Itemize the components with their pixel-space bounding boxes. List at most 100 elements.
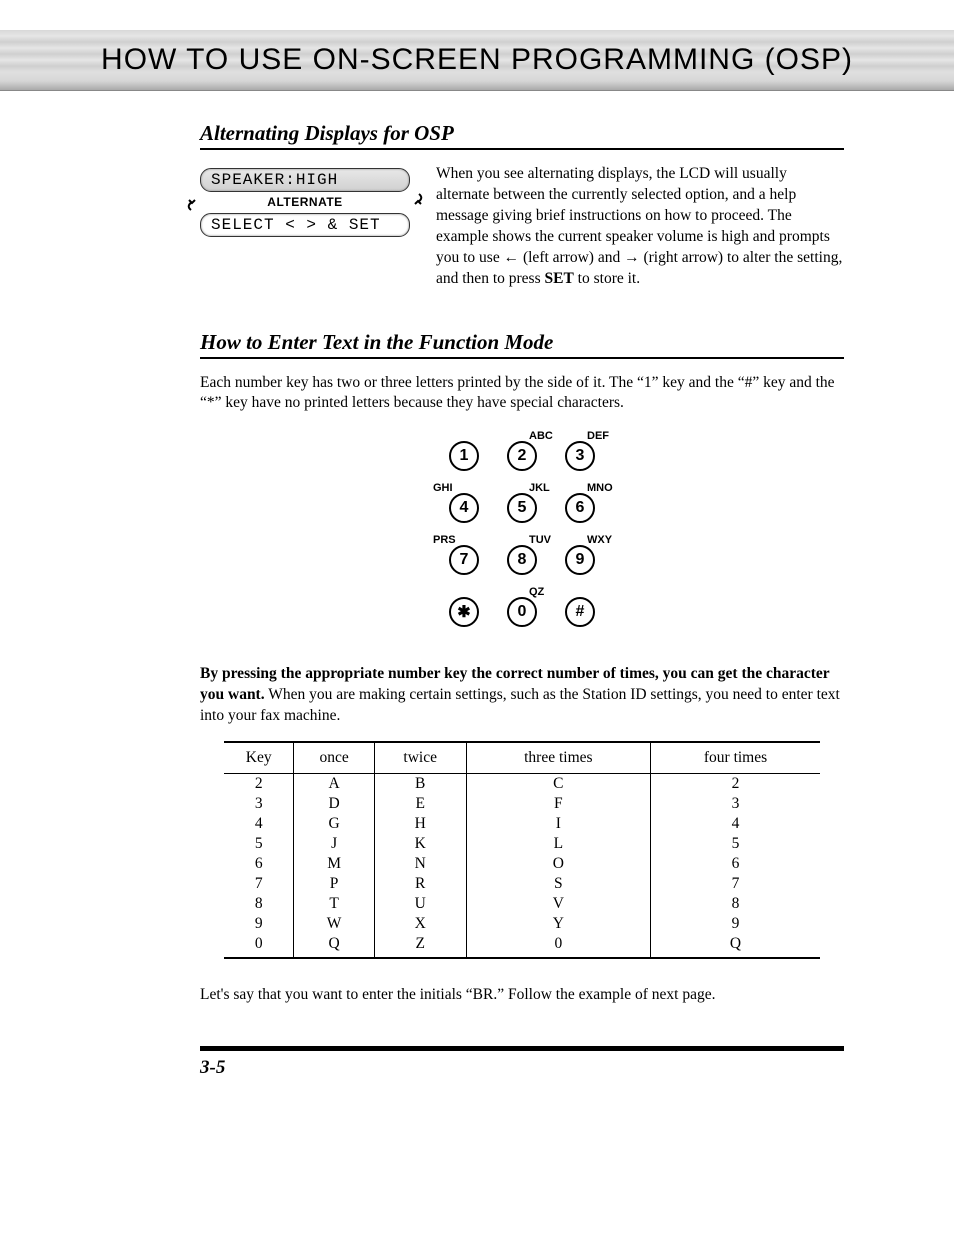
table-cell: B bbox=[374, 774, 466, 795]
table-cell: 3 bbox=[651, 794, 820, 814]
table-header-cell: twice bbox=[374, 742, 466, 774]
table-row: 3DEF3 bbox=[224, 794, 820, 814]
table-cell: 5 bbox=[224, 834, 294, 854]
table-cell: V bbox=[466, 894, 650, 914]
lcd-example-block: SPEAKER:HIGH ALTERNATE SELECT < > & SET … bbox=[200, 164, 844, 290]
key-cell: JKL5 bbox=[493, 482, 551, 534]
table-header-cell: once bbox=[294, 742, 374, 774]
key-button: # bbox=[565, 597, 595, 627]
key-cell: WXY9 bbox=[551, 534, 609, 586]
key-cell: PRS7 bbox=[435, 534, 493, 586]
table-cell: 7 bbox=[224, 874, 294, 894]
table-cell: E bbox=[374, 794, 466, 814]
table-cell: Q bbox=[651, 934, 820, 958]
key-cell: GHI4 bbox=[435, 482, 493, 534]
keypad-figure: 1ABC2DEF3GHI4JKL5MNO6PRS7TUV8WXY9✱QZ0# bbox=[200, 430, 844, 638]
key-letters-label: JKL bbox=[529, 482, 550, 494]
key-letters-label: GHI bbox=[433, 482, 453, 494]
key-cell: ABC2 bbox=[493, 430, 551, 482]
key-letters-label: DEF bbox=[587, 430, 609, 442]
footer-rule bbox=[200, 1046, 844, 1051]
table-cell: 9 bbox=[651, 914, 820, 934]
table-cell: 6 bbox=[224, 854, 294, 874]
key-button: 0 bbox=[507, 597, 537, 627]
table-cell: 3 bbox=[224, 794, 294, 814]
table-cell: 6 bbox=[651, 854, 820, 874]
table-cell: 9 bbox=[224, 914, 294, 934]
table-header-row: Keyoncetwicethree timesfour times bbox=[224, 742, 820, 774]
enter-text-para2: By pressing the appropriate number key t… bbox=[200, 664, 844, 727]
table-cell: H bbox=[374, 814, 466, 834]
table-cell: O bbox=[466, 854, 650, 874]
page-number: 3-5 bbox=[200, 1057, 954, 1079]
key-cell: ✱ bbox=[435, 586, 493, 638]
table-cell: T bbox=[294, 894, 374, 914]
table-cell: 4 bbox=[651, 814, 820, 834]
character-table: Keyoncetwicethree timesfour times 2ABC23… bbox=[224, 741, 820, 959]
para2-rest: When you are making certain settings, su… bbox=[200, 686, 840, 724]
key-letters-label: TUV bbox=[529, 534, 551, 546]
table-row: 9WXY9 bbox=[224, 914, 820, 934]
table-row: 5JKL5 bbox=[224, 834, 820, 854]
page: HOW TO USE ON-SCREEN PROGRAMMING (OSP) A… bbox=[0, 30, 954, 1119]
table-cell: L bbox=[466, 834, 650, 854]
table-cell: I bbox=[466, 814, 650, 834]
table-cell: N bbox=[374, 854, 466, 874]
key-cell: TUV8 bbox=[493, 534, 551, 586]
key-button: 7 bbox=[449, 545, 479, 575]
keypad-grid: 1ABC2DEF3GHI4JKL5MNO6PRS7TUV8WXY9✱QZ0# bbox=[435, 430, 609, 638]
key-button: 2 bbox=[507, 441, 537, 471]
key-letters-label: MNO bbox=[587, 482, 613, 494]
table-cell: 7 bbox=[651, 874, 820, 894]
table-cell: R bbox=[374, 874, 466, 894]
key-button: 6 bbox=[565, 493, 595, 523]
lcd-explanation: When you see alternating displays, the L… bbox=[436, 164, 844, 290]
content-area: Alternating Displays for OSP SPEAKER:HIG… bbox=[0, 91, 954, 1006]
lcd-display-bottom: SELECT < > & SET bbox=[200, 213, 410, 237]
table-cell: C bbox=[466, 774, 650, 795]
key-button: 9 bbox=[565, 545, 595, 575]
enter-text-outro: Let's say that you want to enter the ini… bbox=[200, 985, 844, 1006]
character-table-wrap: Keyoncetwicethree timesfour times 2ABC23… bbox=[224, 741, 820, 959]
key-cell: QZ0 bbox=[493, 586, 551, 638]
table-cell: 2 bbox=[651, 774, 820, 795]
table-row: 8TUV8 bbox=[224, 894, 820, 914]
table-cell: 4 bbox=[224, 814, 294, 834]
key-cell: DEF3 bbox=[551, 430, 609, 482]
section-heading-enter-text: How to Enter Text in the Function Mode bbox=[200, 330, 844, 359]
key-cell: MNO6 bbox=[551, 482, 609, 534]
table-cell: 8 bbox=[651, 894, 820, 914]
table-cell: S bbox=[466, 874, 650, 894]
table-row: 2ABC2 bbox=[224, 774, 820, 795]
table-row: 6MNO6 bbox=[224, 854, 820, 874]
table-cell: 0 bbox=[466, 934, 650, 958]
table-cell: G bbox=[294, 814, 374, 834]
table-cell: J bbox=[294, 834, 374, 854]
table-row: 7PRS7 bbox=[224, 874, 820, 894]
table-cell: Z bbox=[374, 934, 466, 958]
key-letters-label: QZ bbox=[529, 586, 544, 598]
table-row: 4GHI4 bbox=[224, 814, 820, 834]
page-banner: HOW TO USE ON-SCREEN PROGRAMMING (OSP) bbox=[0, 30, 954, 91]
lcd-figure: SPEAKER:HIGH ALTERNATE SELECT < > & SET bbox=[200, 168, 410, 290]
table-header-cell: four times bbox=[651, 742, 820, 774]
lcd-display-top: SPEAKER:HIGH bbox=[200, 168, 410, 192]
key-cell: # bbox=[551, 586, 609, 638]
key-button: 4 bbox=[449, 493, 479, 523]
table-header-cell: three times bbox=[466, 742, 650, 774]
table-cell: A bbox=[294, 774, 374, 795]
table-cell: M bbox=[294, 854, 374, 874]
key-button: 1 bbox=[449, 441, 479, 471]
key-letters-label: ABC bbox=[529, 430, 553, 442]
table-cell: U bbox=[374, 894, 466, 914]
key-cell: 1 bbox=[435, 430, 493, 482]
table-cell: Q bbox=[294, 934, 374, 958]
table-cell: D bbox=[294, 794, 374, 814]
lcd-alternate-label: ALTERNATE bbox=[200, 195, 410, 209]
table-cell: W bbox=[294, 914, 374, 934]
table-cell: K bbox=[374, 834, 466, 854]
table-cell: 5 bbox=[651, 834, 820, 854]
enter-text-intro: Each number key has two or three letters… bbox=[200, 373, 844, 415]
table-cell: F bbox=[466, 794, 650, 814]
table-body: 2ABC23DEF34GHI45JKL56MNO67PRS78TUV89WXY9… bbox=[224, 774, 820, 959]
